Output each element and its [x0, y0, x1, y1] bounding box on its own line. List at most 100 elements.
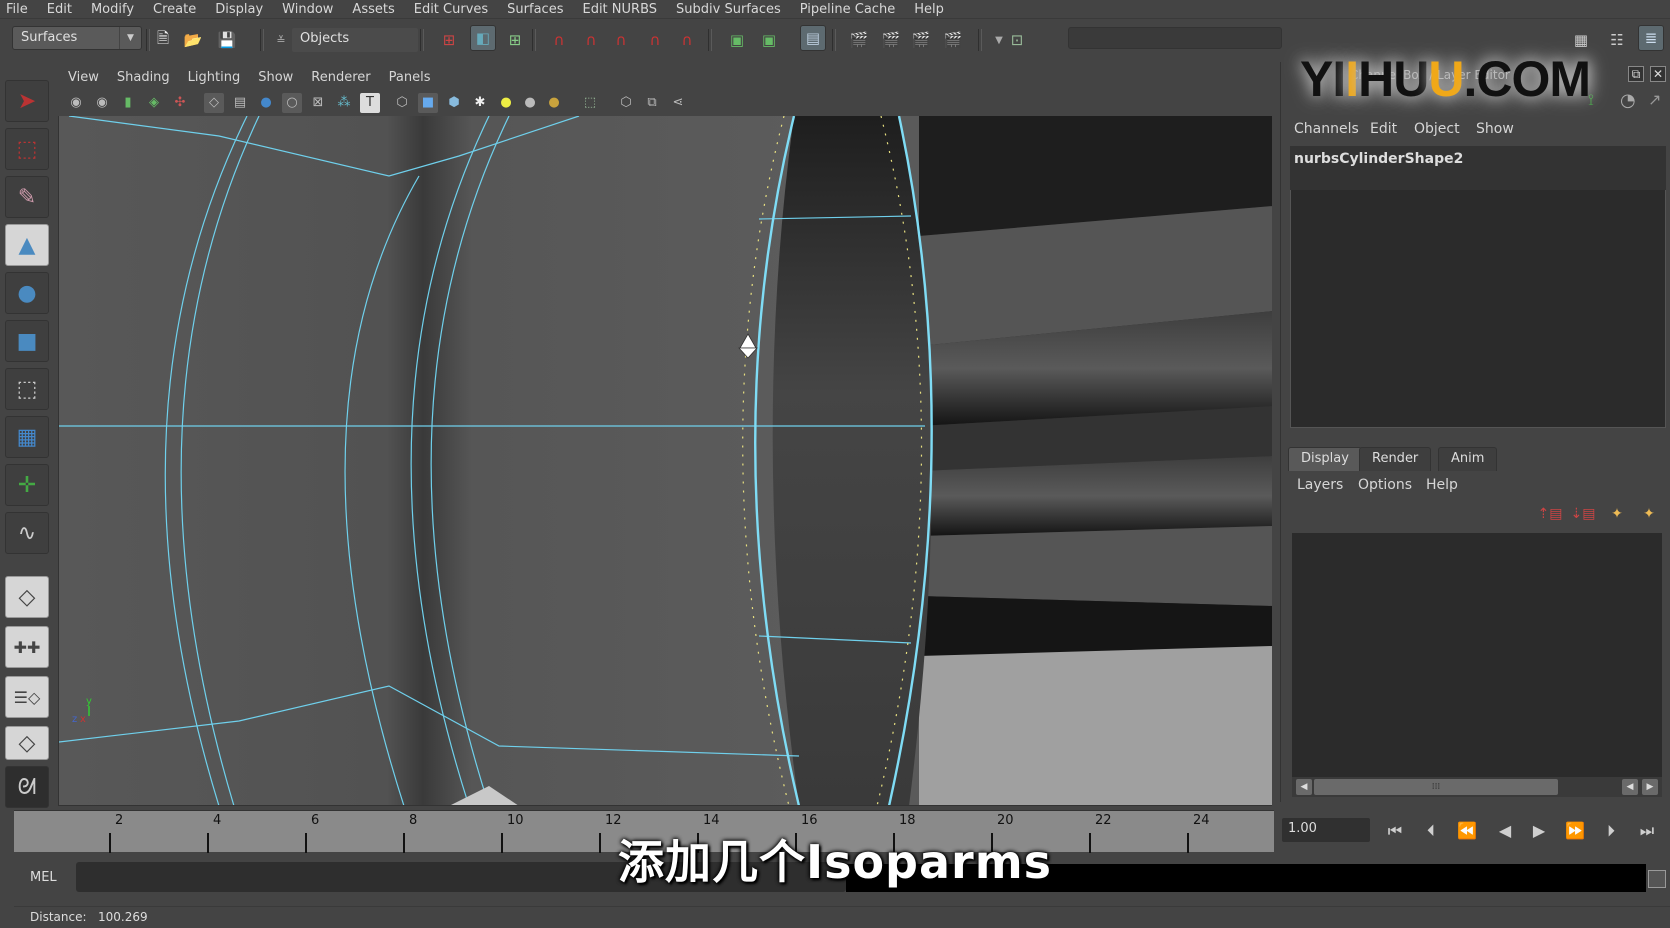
channel-menu-show[interactable]: Show: [1476, 121, 1514, 137]
arrow-icon[interactable]: ↗: [1648, 90, 1661, 109]
close-icon[interactable]: ✕: [1650, 66, 1666, 82]
menu-surfaces[interactable]: Surfaces: [507, 2, 563, 17]
scroll-right-icon[interactable]: ▶: [1642, 779, 1658, 795]
time-icon[interactable]: ◔: [1620, 90, 1636, 111]
move-tool-icon[interactable]: ▲: [5, 224, 49, 266]
film-gate-icon[interactable]: ▤: [230, 93, 250, 113]
menu-display[interactable]: Display: [215, 2, 263, 17]
xray-icon[interactable]: ⬡: [616, 93, 636, 113]
shadows-icon[interactable]: ●: [520, 93, 540, 113]
panel-menu-shading[interactable]: Shading: [117, 70, 170, 85]
make-live-icon[interactable]: ∩: [674, 27, 700, 53]
lasso-tool-icon[interactable]: ⬚: [5, 128, 49, 170]
wireframe-on-shaded-icon[interactable]: ⬢: [444, 93, 464, 113]
field-chart-icon[interactable]: ⊠: [308, 93, 328, 113]
go-to-end-button[interactable]: ⏭: [1634, 818, 1660, 844]
scroll-left-icon[interactable]: ◀: [1622, 779, 1638, 795]
menu-help[interactable]: Help: [914, 2, 944, 17]
construction-history-icon[interactable]: ▤: [800, 25, 826, 51]
current-frame-field[interactable]: 1.00: [1282, 818, 1370, 842]
play-forwards-button[interactable]: ▶: [1526, 818, 1552, 844]
smooth-shade-icon[interactable]: ■: [418, 93, 438, 113]
time-slider[interactable]: 2 4 6 8 10 12 14 16 18 20 22 24: [14, 810, 1274, 853]
panel-menu-panels[interactable]: Panels: [389, 70, 431, 85]
isolate-select-icon[interactable]: ⬚: [580, 93, 600, 113]
show-manipulator-icon[interactable]: ✛: [5, 464, 49, 506]
save-scene-icon[interactable]: 💾: [214, 27, 240, 53]
step-back-frame-button[interactable]: ⏴: [1418, 818, 1444, 844]
layer-list[interactable]: [1292, 533, 1662, 795]
snap-curve-icon[interactable]: ∩: [578, 27, 604, 53]
layer-menu-options[interactable]: Options: [1358, 477, 1412, 493]
camera-pan-zoom-icon[interactable]: ✣: [170, 93, 190, 113]
snap-grid-icon[interactable]: ∩: [546, 27, 572, 53]
new-scene-icon[interactable]: 🗎: [150, 27, 176, 53]
selection-mode-field[interactable]: Objects: [292, 28, 418, 52]
select-component-icon[interactable]: ⊞: [502, 27, 528, 53]
step-back-key-button[interactable]: ⏪: [1454, 818, 1480, 844]
menu-file[interactable]: File: [6, 2, 28, 17]
tool-settings-icon[interactable]: ☷: [1604, 27, 1630, 53]
layer-menu-layers[interactable]: Layers: [1297, 477, 1343, 493]
tab-anim[interactable]: Anim: [1438, 447, 1498, 471]
menu-edit[interactable]: Edit: [47, 2, 72, 17]
viewport-persp[interactable]: y z x: [58, 116, 1272, 806]
channel-menu-edit[interactable]: Edit: [1370, 121, 1397, 137]
open-scene-icon[interactable]: 📂: [180, 27, 206, 53]
render-view-icon[interactable]: 🎬: [846, 27, 872, 53]
paint-select-icon[interactable]: ✎: [5, 176, 49, 218]
camera-bookmarks-icon[interactable]: ◉: [92, 93, 112, 113]
snap-point-icon[interactable]: ∩: [608, 27, 634, 53]
wireframe-icon[interactable]: ⬡: [392, 93, 412, 113]
safe-title-icon[interactable]: T: [360, 93, 380, 113]
selection-mask-icon[interactable]: ≚: [268, 27, 294, 53]
outliner-persp-layout-icon[interactable]: ☰◇: [5, 676, 49, 718]
single-perspective-layout-icon[interactable]: ◇: [5, 576, 49, 618]
scroll-left-icon[interactable]: ◀: [1296, 779, 1312, 795]
rotate-tool-icon[interactable]: ●: [5, 272, 49, 314]
menu-edit-curves[interactable]: Edit Curves: [414, 2, 488, 17]
menu-window[interactable]: Window: [282, 2, 333, 17]
quick-select-icon[interactable]: ⊡: [1004, 27, 1030, 53]
share-icon[interactable]: ⋖: [668, 93, 688, 113]
name-field[interactable]: [1068, 27, 1282, 49]
menu-edit-nurbs[interactable]: Edit NURBS: [582, 2, 657, 17]
object-name[interactable]: nurbsCylinderShape2: [1290, 146, 1666, 190]
tab-display[interactable]: Display: [1288, 447, 1362, 471]
panel-menu-renderer[interactable]: Renderer: [311, 70, 370, 85]
textured-icon[interactable]: ✱: [470, 93, 490, 113]
menu-create[interactable]: Create: [153, 2, 196, 17]
image-plane-icon[interactable]: ▮: [118, 93, 138, 113]
persp-graph-layout-icon[interactable]: ◇: [5, 726, 49, 760]
menu-assets[interactable]: Assets: [352, 2, 394, 17]
grid-toggle-icon[interactable]: ◇: [204, 93, 224, 113]
output-ops-icon[interactable]: ▣: [756, 27, 782, 53]
select-object-icon[interactable]: ◧: [470, 25, 496, 51]
render-current-icon[interactable]: 🎬: [878, 27, 904, 53]
scroll-thumb[interactable]: ⁞⁞⁞: [1314, 779, 1558, 795]
maya-logo-icon[interactable]: ᘛ: [5, 766, 49, 808]
scale-tool-icon[interactable]: ■: [5, 320, 49, 362]
curve-tool-icon[interactable]: ∿: [5, 512, 49, 554]
channel-box-icon[interactable]: ≣: [1638, 25, 1664, 51]
four-view-layout-icon[interactable]: ✚✚: [5, 626, 49, 668]
soft-mod-icon[interactable]: ▦: [5, 416, 49, 458]
menu-modify[interactable]: Modify: [91, 2, 134, 17]
select-tool-icon[interactable]: ➤: [5, 80, 49, 122]
menu-pipeline-cache[interactable]: Pipeline Cache: [800, 2, 895, 17]
float-panel-icon[interactable]: ⧉: [1628, 66, 1644, 82]
go-to-start-button[interactable]: ⏮: [1382, 818, 1408, 844]
panel-menu-view[interactable]: View: [68, 70, 99, 85]
use-all-lights-icon[interactable]: ●: [496, 93, 516, 113]
script-editor-icon[interactable]: [1648, 870, 1666, 888]
mel-command-input[interactable]: [76, 862, 846, 892]
step-forward-key-button[interactable]: ⏩: [1562, 818, 1588, 844]
panel-menu-show[interactable]: Show: [258, 70, 293, 85]
layer-menu-help[interactable]: Help: [1426, 477, 1458, 493]
render-settings-icon[interactable]: 🎬: [940, 27, 966, 53]
snap-view-plane-icon[interactable]: ∩: [642, 27, 668, 53]
channel-menu-channels[interactable]: Channels: [1294, 121, 1359, 137]
step-forward-frame-button[interactable]: ⏵: [1598, 818, 1624, 844]
new-layer-icon[interactable]: ✦: [1604, 506, 1630, 528]
select-hierarchy-icon[interactable]: ⊞: [436, 27, 462, 53]
